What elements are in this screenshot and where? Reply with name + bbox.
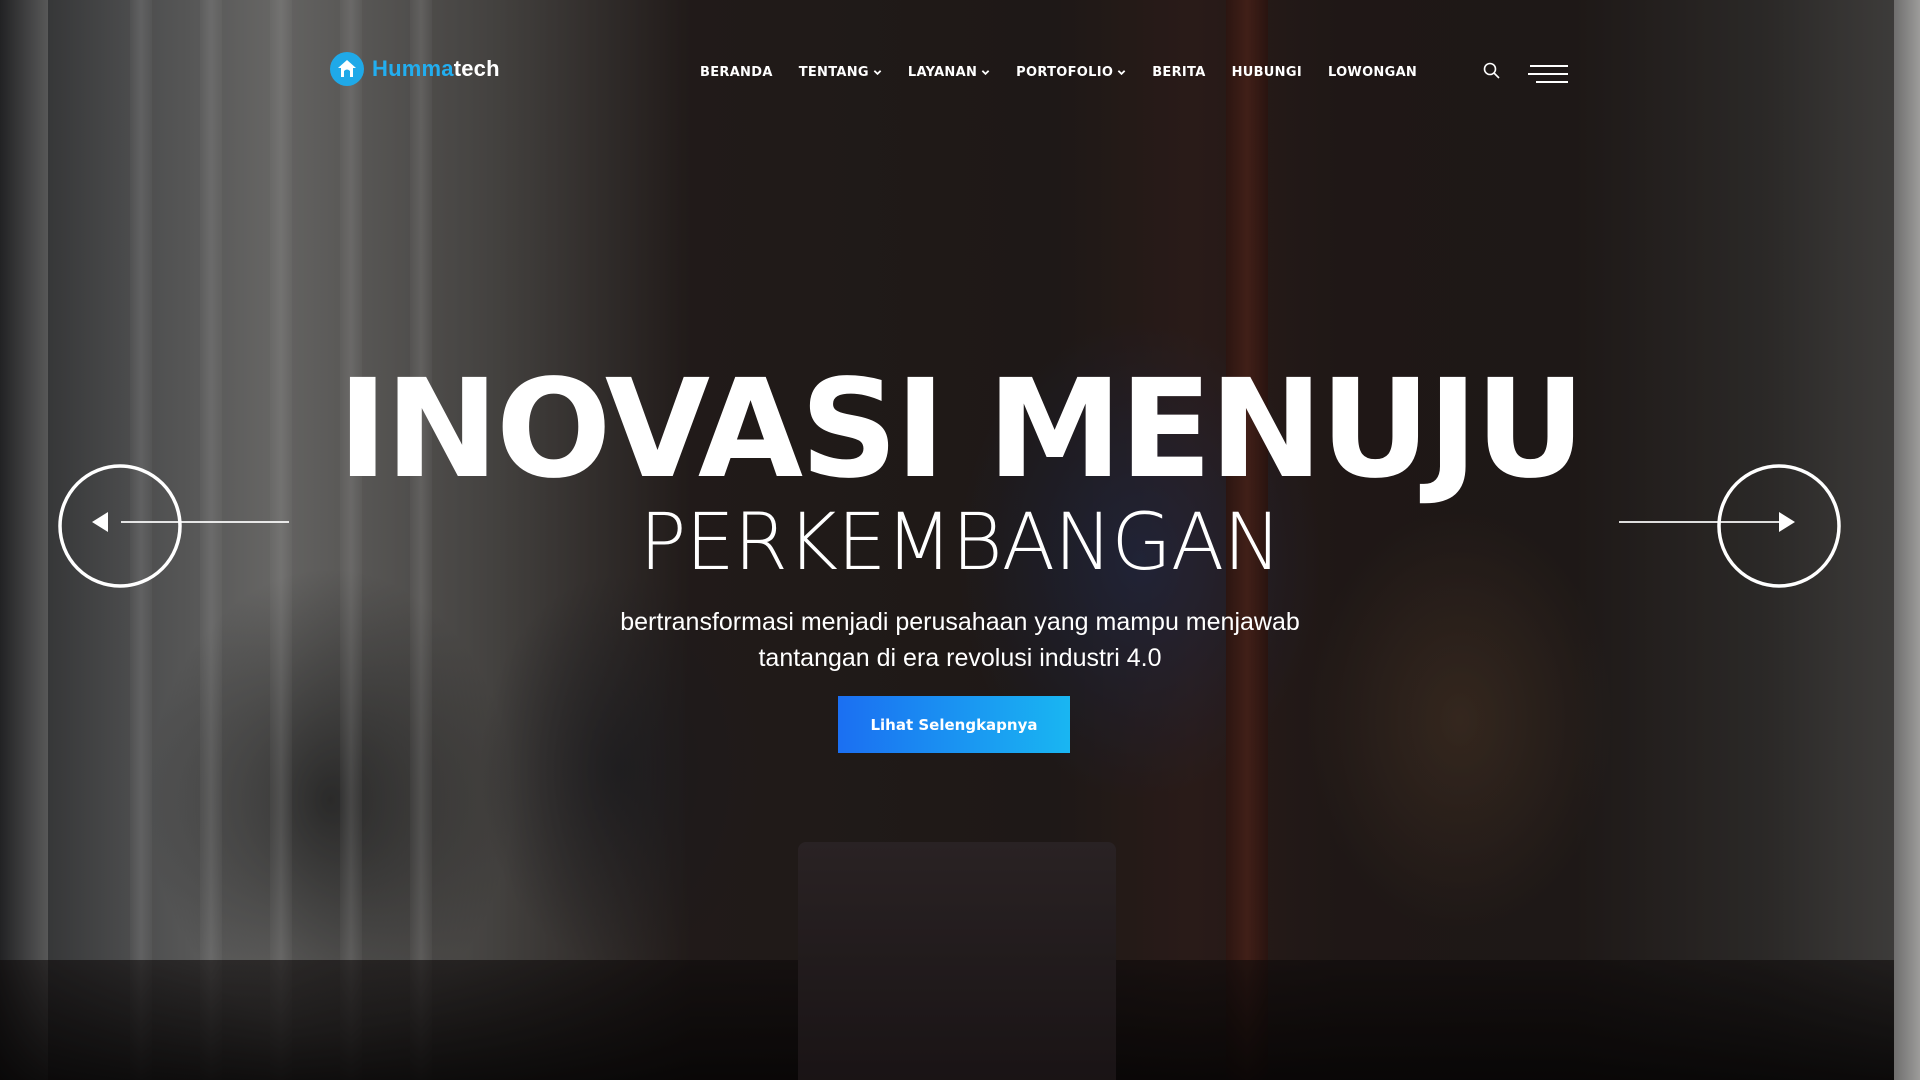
nav-item-tentang[interactable]: TENTANG	[799, 65, 882, 80]
brand-logo[interactable]: Hummatech	[330, 52, 500, 86]
hero-description-line: bertransformasi menjadi perusahaan yang …	[620, 608, 1300, 636]
see-more-button[interactable]: Lihat Selengkapnya	[838, 696, 1070, 753]
hero-title: INOVASI MENUJU	[337, 351, 1585, 509]
nav-item-label: HUBUNGI	[1231, 64, 1302, 80]
nav-item-layanan[interactable]: LAYANAN	[908, 65, 990, 80]
nav-item-berita[interactable]: BERITA	[1152, 65, 1205, 80]
chevron-down-icon	[1117, 69, 1126, 75]
nav-item-portofolio[interactable]: PORTOFOLIO	[1016, 65, 1126, 80]
main-nav: BERANDA TENTANG LAYANAN PORTOFOLIO BERIT…	[700, 60, 1417, 84]
nav-item-beranda[interactable]: BERANDA	[700, 65, 773, 80]
brand-name: Hummatech	[372, 56, 500, 82]
hero-description-line: tantangan di era revolusi industri 4.0	[758, 644, 1162, 672]
nav-item-lowongan[interactable]: LOWONGAN	[1328, 65, 1417, 80]
arrow-left-icon	[58, 464, 182, 588]
nav-item-label: PORTOFOLIO	[1016, 64, 1114, 80]
arrow-right-icon	[1717, 464, 1841, 588]
nav-item-label: BERANDA	[700, 64, 773, 80]
house-logo-icon	[330, 52, 364, 86]
search-icon	[1483, 62, 1500, 79]
hamburger-menu-button[interactable]	[1524, 63, 1568, 87]
brand-name-accent: Humma	[372, 56, 454, 81]
nav-item-hubungi[interactable]: HUBUNGI	[1232, 65, 1302, 80]
hamburger-menu-icon	[1536, 81, 1568, 83]
hero-description: bertransformasi menjadi perusahaan yang …	[560, 604, 1360, 676]
search-button[interactable]	[1482, 61, 1502, 81]
slider-next-button[interactable]	[1716, 463, 1842, 589]
chevron-down-icon	[873, 69, 882, 75]
hero-subtitle: PERKEMBANGAN	[639, 498, 1281, 588]
nav-item-label: TENTANG	[798, 64, 869, 80]
slider-prev-button[interactable]	[57, 463, 183, 589]
nav-item-label: LOWONGAN	[1327, 64, 1418, 80]
nav-item-label: BERITA	[1152, 64, 1206, 80]
nav-item-label: LAYANAN	[907, 64, 978, 80]
hamburger-menu-icon	[1530, 65, 1568, 67]
brand-name-rest: tech	[453, 56, 500, 81]
hamburger-menu-icon	[1528, 73, 1568, 75]
chevron-down-icon	[981, 69, 990, 75]
